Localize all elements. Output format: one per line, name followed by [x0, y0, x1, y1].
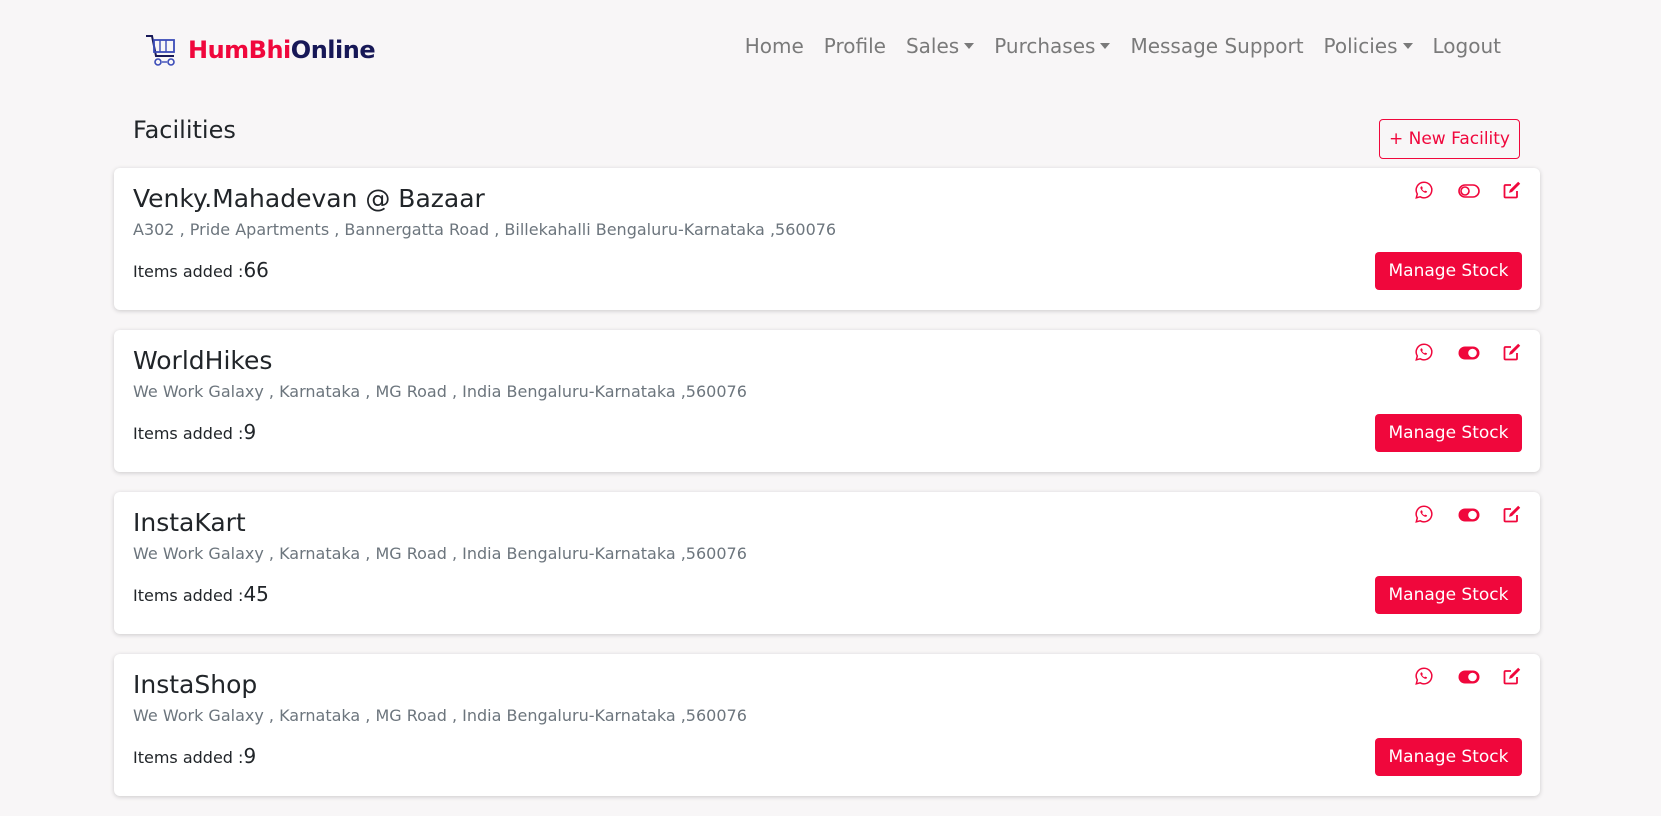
nav-item-logout[interactable]: Logout: [1433, 34, 1501, 58]
items-added-count: 45: [243, 582, 269, 606]
facility-address: We Work Galaxy , Karnataka , MG Road , I…: [133, 544, 747, 563]
manage-stock-button[interactable]: Manage Stock: [1375, 738, 1522, 776]
toggle-icon[interactable]: [1458, 666, 1480, 688]
whatsapp-icon[interactable]: [1414, 342, 1436, 364]
nav-item-policies[interactable]: Policies: [1324, 34, 1413, 58]
nav-item-label: Home: [744, 34, 804, 58]
nav-item-message-support[interactable]: Message Support: [1130, 34, 1303, 58]
facility-actions: [1414, 504, 1524, 526]
facility-items-added: Items added :9: [133, 420, 256, 444]
whatsapp-icon[interactable]: [1414, 666, 1436, 688]
items-added-count: 66: [243, 258, 269, 282]
facility-card: InstaKart We Work Galaxy , Karnataka , MG…: [114, 492, 1540, 634]
facility-items-added: Items added :9: [133, 744, 256, 768]
facility-card: InstaShop We Work Galaxy , Karnataka , MG…: [114, 654, 1540, 796]
items-added-label: Items added :: [133, 262, 244, 281]
new-facility-button[interactable]: + New Facility: [1379, 119, 1520, 159]
nav-item-sales[interactable]: Sales: [905, 34, 975, 58]
items-added-label: Items added :: [133, 748, 244, 767]
facility-card: WorldHikes We Work Galaxy , Karnataka , M…: [114, 330, 1540, 472]
brand-name-part1: HumBhi: [188, 36, 291, 64]
facility-actions: [1414, 180, 1524, 202]
brand-name-part2: Online: [290, 36, 376, 64]
nav-menu: Home Profile Sales Purchases Message Support…: [745, 34, 1501, 58]
manage-stock-button[interactable]: Manage Stock: [1375, 414, 1522, 452]
whatsapp-icon[interactable]: [1414, 504, 1436, 526]
edit-icon[interactable]: [1502, 504, 1524, 526]
shopping-cart-logo-icon: [146, 35, 175, 66]
nav-item-label: Purchases: [994, 34, 1096, 58]
facility-items-added: Items added :45: [133, 582, 269, 606]
facility-name: WorldHikes: [133, 346, 273, 375]
nav-item-label: Sales: [905, 34, 960, 58]
edit-icon[interactable]: [1502, 342, 1524, 364]
facility-list: Venky.Mahadevan @ Bazaar A302 , Pride Apa…: [114, 168, 1540, 816]
nav-item-home[interactable]: Home: [745, 34, 804, 58]
toggle-icon[interactable]: [1458, 504, 1480, 526]
nav-item-purchases[interactable]: Purchases: [994, 34, 1111, 58]
nav-item-label: Profile: [823, 34, 886, 58]
items-added-label: Items added :: [133, 424, 244, 443]
edit-icon[interactable]: [1502, 666, 1524, 688]
caret-down-icon: [1402, 43, 1413, 49]
facility-address: A302 , Pride Apartments , Bannergatta Ro…: [133, 220, 837, 239]
manage-stock-button[interactable]: Manage Stock: [1375, 576, 1522, 614]
facility-name: Venky.Mahadevan @ Bazaar: [133, 184, 485, 213]
facility-actions: [1414, 666, 1524, 688]
manage-stock-button[interactable]: Manage Stock: [1375, 252, 1522, 290]
items-added-label: Items added :: [133, 586, 244, 605]
toggle-icon[interactable]: [1458, 180, 1480, 202]
facility-actions: [1414, 342, 1524, 364]
items-added-count: 9: [243, 744, 257, 768]
facility-address: We Work Galaxy , Karnataka , MG Road , I…: [133, 706, 747, 725]
facility-name: InstaShop: [133, 670, 258, 699]
nav-item-profile[interactable]: Profile: [824, 34, 886, 58]
caret-down-icon: [1100, 43, 1111, 49]
facility-address: We Work Galaxy , Karnataka , MG Road , I…: [133, 382, 747, 401]
items-added-count: 9: [243, 420, 257, 444]
brand-logo-link[interactable]: HumBhiOnline: [144, 30, 376, 70]
whatsapp-icon[interactable]: [1414, 180, 1436, 202]
facility-items-added: Items added :66: [133, 258, 269, 282]
nav-item-label: Policies: [1323, 34, 1398, 58]
toggle-icon[interactable]: [1458, 342, 1480, 364]
facility-card: Venky.Mahadevan @ Bazaar A302 , Pride Apa…: [114, 168, 1540, 310]
page-title: Facilities: [133, 116, 236, 144]
nav-item-label: Logout: [1432, 34, 1501, 58]
facility-name: InstaKart: [133, 508, 246, 537]
brand-name: HumBhiOnline: [188, 36, 376, 64]
caret-down-icon: [964, 43, 975, 49]
edit-icon[interactable]: [1502, 180, 1524, 202]
nav-item-label: Message Support: [1130, 34, 1304, 58]
navbar: HumBhiOnline Home Profile Sales Purchases Me…: [0, 0, 1661, 100]
